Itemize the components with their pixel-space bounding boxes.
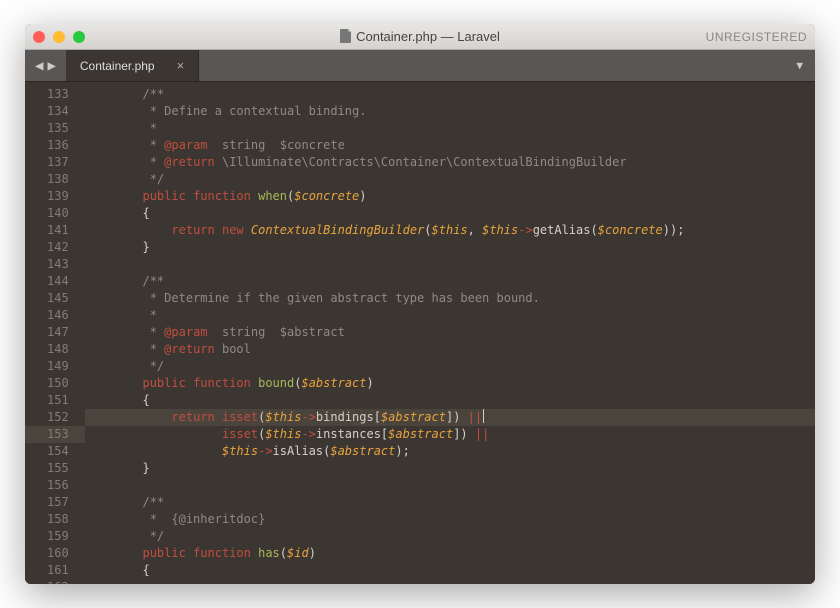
line-number: 140: [25, 205, 85, 222]
line-number: 158: [25, 511, 85, 528]
editor-window: Container.php — Laravel UNREGISTERED ◀ ▶…: [25, 24, 815, 584]
traffic-lights: [33, 31, 85, 43]
line-number: 137: [25, 154, 85, 171]
tab-bar: ◀ ▶ Container.php × ▼: [25, 50, 815, 82]
line-number: 143: [25, 256, 85, 273]
code-token: /**: [85, 87, 164, 101]
line-number-gutter: 1331341351361371381391401411421431441451…: [25, 82, 85, 584]
line-number: 157: [25, 494, 85, 511]
line-number: 149: [25, 358, 85, 375]
line-number: 134: [25, 103, 85, 120]
editor-area[interactable]: 1331341351361371381391401411421431441451…: [25, 82, 815, 584]
nav-arrows: ◀ ▶: [25, 50, 66, 81]
code-token: *: [85, 121, 157, 135]
line-number: 154: [25, 443, 85, 460]
line-number: 160: [25, 545, 85, 562]
code-content[interactable]: /** * Define a contextual binding. * * @…: [85, 82, 815, 584]
line-number: 148: [25, 341, 85, 358]
window-title: Container.php — Laravel: [25, 29, 815, 44]
chevron-down-icon: ▼: [796, 59, 803, 72]
line-number: 152: [25, 409, 85, 426]
line-number: 150: [25, 375, 85, 392]
line-number: 151: [25, 392, 85, 409]
line-number: 153: [25, 426, 85, 443]
line-number: 142: [25, 239, 85, 256]
minimize-window-button[interactable]: [53, 31, 65, 43]
nav-back-button[interactable]: ◀: [35, 58, 43, 74]
line-number: 135: [25, 120, 85, 137]
line-number: 155: [25, 460, 85, 477]
line-number: 144: [25, 273, 85, 290]
line-number: 141: [25, 222, 85, 239]
tab-container-php[interactable]: Container.php ×: [66, 50, 199, 81]
titlebar: Container.php — Laravel UNREGISTERED: [25, 24, 815, 50]
close-tab-icon[interactable]: ×: [177, 58, 185, 73]
active-line: return isset($this->bindings[$abstract])…: [85, 409, 815, 426]
line-number: 147: [25, 324, 85, 341]
text-cursor: [483, 409, 484, 423]
line-number: 159: [25, 528, 85, 545]
file-icon: [340, 29, 352, 43]
line-number: 162: [25, 579, 85, 584]
code-token: * Define a contextual binding.: [85, 104, 367, 118]
line-number: 133: [25, 86, 85, 103]
line-number: 139: [25, 188, 85, 205]
unregistered-label: UNREGISTERED: [706, 30, 807, 44]
line-number: 156: [25, 477, 85, 494]
tab-label: Container.php: [80, 59, 155, 73]
zoom-window-button[interactable]: [73, 31, 85, 43]
line-number: 146: [25, 307, 85, 324]
line-number: 138: [25, 171, 85, 188]
line-number: 136: [25, 137, 85, 154]
close-window-button[interactable]: [33, 31, 45, 43]
nav-forward-button[interactable]: ▶: [47, 58, 55, 74]
line-number: 145: [25, 290, 85, 307]
line-number: 161: [25, 562, 85, 579]
tab-menu-dropdown[interactable]: ▼: [784, 50, 815, 81]
